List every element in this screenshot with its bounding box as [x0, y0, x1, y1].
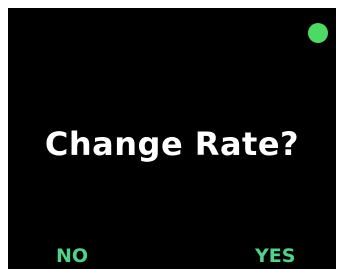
confirmation-prompt: Change Rate?	[44, 125, 300, 163]
status-dot-icon	[308, 23, 328, 43]
yes-button[interactable]: YES	[255, 244, 295, 268]
no-button[interactable]: NO	[56, 244, 88, 268]
device-screen: Change Rate? NO YES	[8, 8, 336, 269]
